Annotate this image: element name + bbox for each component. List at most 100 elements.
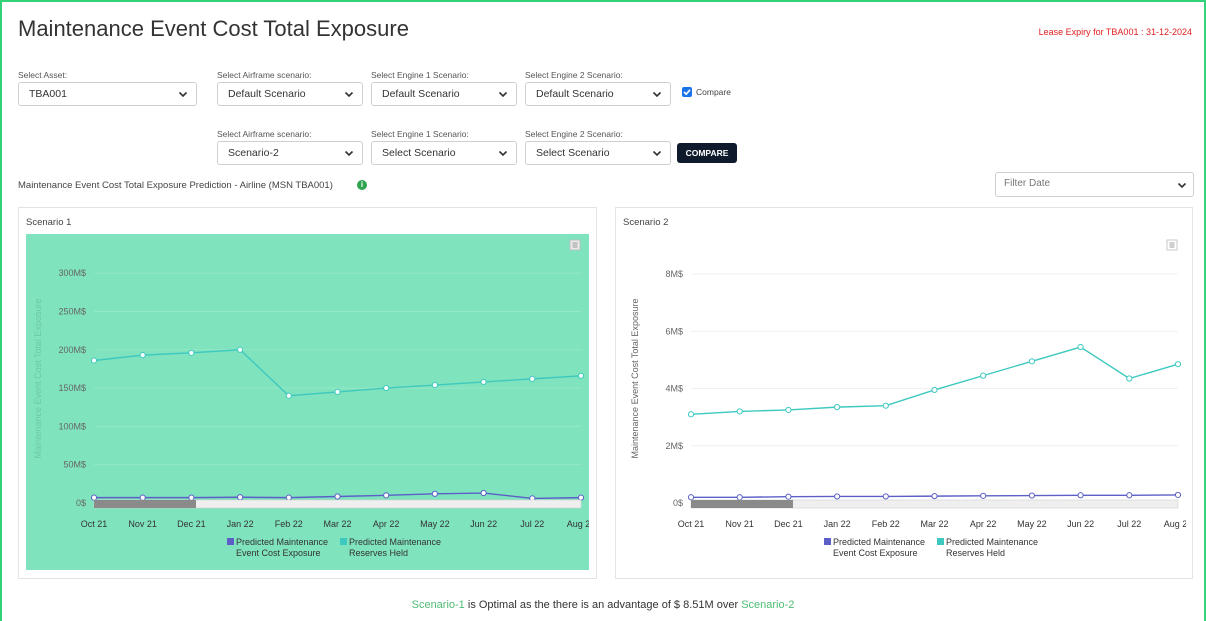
airframe-label: Select Airframe scenario: [217, 70, 312, 80]
data-point [1028, 358, 1035, 365]
x-tick-label: Feb 22 [872, 519, 900, 529]
data-point [480, 489, 487, 497]
chevron-down-icon [498, 150, 508, 157]
data-point [785, 493, 792, 500]
asset-select[interactable]: TBA001 [18, 82, 197, 106]
data-point [1077, 343, 1084, 351]
y-tick-label: 4M$ [665, 384, 683, 394]
y-axis-label: Maintenance Event Cost Total Exposure [630, 299, 640, 459]
data-point [237, 346, 244, 353]
data-point [834, 404, 841, 411]
data-point [285, 494, 292, 501]
engine2b-label: Select Engine 2 Scenario: [525, 129, 623, 139]
y-tick-label: 8M$ [665, 269, 683, 279]
x-tick-label: Apr 22 [970, 519, 997, 529]
x-tick-label: Jan 22 [824, 519, 851, 529]
data-point [577, 372, 585, 379]
compare-checkbox-label: Compare [696, 87, 731, 97]
filter-date-placeholder: Filter Date [1004, 178, 1051, 189]
engine1-label: Select Engine 1 Scenario: [371, 70, 469, 80]
chevron-down-icon [652, 150, 662, 157]
asset-select-value: TBA001 [29, 88, 67, 100]
x-tick-label: Dec 21 [774, 519, 803, 529]
x-tick-label: Feb 22 [275, 519, 303, 529]
engine2-select[interactable]: Default Scenario [525, 82, 671, 106]
x-tick-label: Apr 22 [373, 519, 400, 529]
lease-expiry-notice: Lease Expiry for TBA001 : 31-12-2024 [1038, 27, 1192, 37]
compare-checkbox[interactable] [682, 87, 692, 97]
legend-label: Reserves Held [946, 548, 1005, 558]
compared-scenario-name: Scenario-2 [741, 599, 795, 611]
x-tick-label: Jul 22 [520, 519, 544, 529]
x-tick-label: Nov 21 [725, 519, 754, 529]
data-point [431, 381, 438, 389]
data-point [577, 494, 585, 501]
y-tick-label: 0$ [76, 498, 86, 508]
chart-background [26, 234, 589, 570]
x-tick-label: Aug 22 [567, 519, 589, 529]
chevron-down-icon [344, 150, 354, 157]
airframe2-select[interactable]: Scenario-2 [217, 141, 363, 165]
engine2-select-value: Default Scenario [536, 88, 614, 100]
data-point [139, 494, 146, 501]
legend-swatch [340, 538, 347, 545]
data-point [139, 352, 146, 359]
engine2b-select[interactable]: Select Scenario [525, 141, 671, 165]
data-point [834, 493, 841, 500]
legend-swatch [227, 538, 234, 545]
chart-menu-icon[interactable] [569, 239, 581, 251]
y-tick-label: 2M$ [665, 441, 683, 451]
data-point [90, 357, 98, 364]
y-tick-label: 150M$ [58, 383, 86, 393]
data-point [980, 492, 987, 499]
x-tick-label: Mar 22 [920, 519, 948, 529]
engine1b-select-value: Select Scenario [382, 147, 456, 159]
data-point [1077, 492, 1084, 499]
airframe-select-value: Default Scenario [228, 88, 306, 100]
chevron-down-icon [344, 91, 354, 98]
x-tick-label: Mar 22 [323, 519, 351, 529]
x-tick-label: Nov 21 [128, 519, 157, 529]
y-tick-label: 0$ [673, 498, 683, 508]
legend-label: Predicted Maintenance [946, 537, 1038, 547]
x-tick-label: Jul 22 [1117, 519, 1141, 529]
engine2-label: Select Engine 2 Scenario: [525, 70, 623, 80]
y-tick-label: 250M$ [58, 306, 86, 316]
x-tick-label: Dec 21 [177, 519, 206, 529]
data-point [188, 494, 195, 501]
navigator-thumb[interactable] [691, 500, 793, 508]
y-tick-label: 200M$ [58, 345, 86, 355]
data-point [431, 490, 438, 497]
engine1b-select[interactable]: Select Scenario [371, 141, 517, 165]
x-tick-label: May 22 [420, 519, 450, 529]
info-icon[interactable]: i [357, 180, 367, 190]
data-point [1174, 491, 1182, 499]
airframe-select[interactable]: Default Scenario [217, 82, 363, 106]
navigator-thumb[interactable] [94, 500, 196, 508]
filter-date-select[interactable]: Filter Date [995, 172, 1194, 197]
y-tick-label: 50M$ [63, 460, 86, 470]
engine1b-label: Select Engine 1 Scenario: [371, 129, 469, 139]
engine1-select[interactable]: Default Scenario [371, 82, 517, 106]
data-point [1126, 492, 1133, 499]
data-point [980, 372, 987, 379]
optimal-summary: Scenario-1 is Optimal as the there is an… [0, 599, 1206, 611]
data-point [687, 411, 695, 418]
data-point [334, 388, 341, 396]
data-point [529, 375, 536, 382]
legend-label: Event Cost Exposure [236, 548, 321, 558]
scenario2-chart: 0$ 2M$ 4M$ 6M$ 8M$ Maintenance Event Cost Tot… [630, 239, 1186, 558]
data-point [334, 493, 341, 500]
x-tick-label: May 22 [1017, 519, 1047, 529]
data-point [882, 493, 889, 500]
compare-button[interactable]: COMPARE [677, 143, 737, 163]
legend-label: Reserves Held [349, 548, 408, 558]
scenario1-chart: 0$ 50M$ 100M$ 150M$ 200M$ 250M$ 300M$ Maintenan… [26, 234, 589, 570]
airframe2-label: Select Airframe scenario: [217, 129, 312, 139]
data-point [785, 406, 792, 414]
data-point [237, 494, 244, 501]
chart-menu-icon[interactable] [1166, 239, 1178, 251]
data-point [480, 378, 487, 386]
data-point [736, 408, 743, 415]
legend-swatch [937, 538, 944, 545]
